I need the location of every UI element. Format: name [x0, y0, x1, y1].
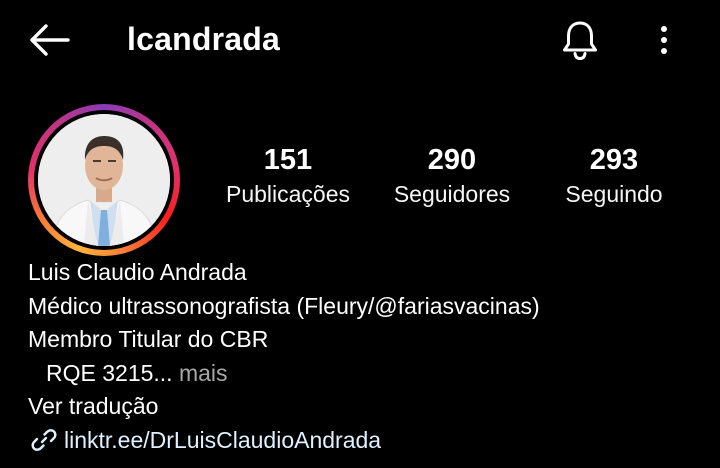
following-count[interactable]: 293 Seguindo [552, 142, 676, 210]
posts-count-label: Publicações [225, 181, 351, 207]
following-count-value: 293 [589, 144, 639, 176]
top-bar: lcandrada [0, 0, 720, 80]
bell-icon [563, 21, 597, 61]
see-translation-link[interactable]: Ver tradução [28, 390, 540, 424]
profile-bio: Luis Claudio Andrada Médico ultrassonogr… [28, 256, 540, 457]
back-button[interactable] [26, 20, 72, 60]
following-count-label: Seguindo [565, 181, 663, 207]
profile-username: lcandrada [127, 21, 280, 57]
followers-count[interactable]: 290 Seguidores [384, 142, 520, 210]
profile-screen: lcandrada 151 Publicações 290 Seguidores… [0, 0, 720, 468]
bio-line-3: RQE 3215... mais [28, 357, 540, 391]
posts-count-value: 151 [263, 144, 313, 176]
bio-link-text: linktr.ee/DrLuisClaudioAndrada [64, 426, 382, 453]
bio-more-link[interactable]: mais [173, 360, 228, 386]
more-vertical-icon [661, 26, 667, 54]
bio-line-3-text: RQE 3215... [46, 359, 173, 386]
profile-avatar[interactable] [28, 104, 180, 256]
more-options-button[interactable] [648, 18, 680, 62]
bio-line-1: Médico ultrassonografista (Fleury/@faria… [28, 292, 540, 319]
followers-count-label: Seguidores [393, 181, 511, 207]
avatar-photo [38, 114, 170, 246]
followers-count-value: 290 [427, 144, 477, 176]
bio-external-link[interactable]: linktr.ee/DrLuisClaudioAndrada [28, 424, 540, 458]
notifications-button[interactable] [556, 16, 604, 64]
profile-full-name: Luis Claudio Andrada [28, 259, 247, 285]
bio-line-2: Membro Titular do CBR [28, 326, 269, 352]
arrow-left-icon [30, 24, 70, 56]
profile-photo [38, 114, 170, 246]
posts-count[interactable]: 151 Publicações [218, 142, 358, 210]
link-icon [31, 429, 57, 452]
